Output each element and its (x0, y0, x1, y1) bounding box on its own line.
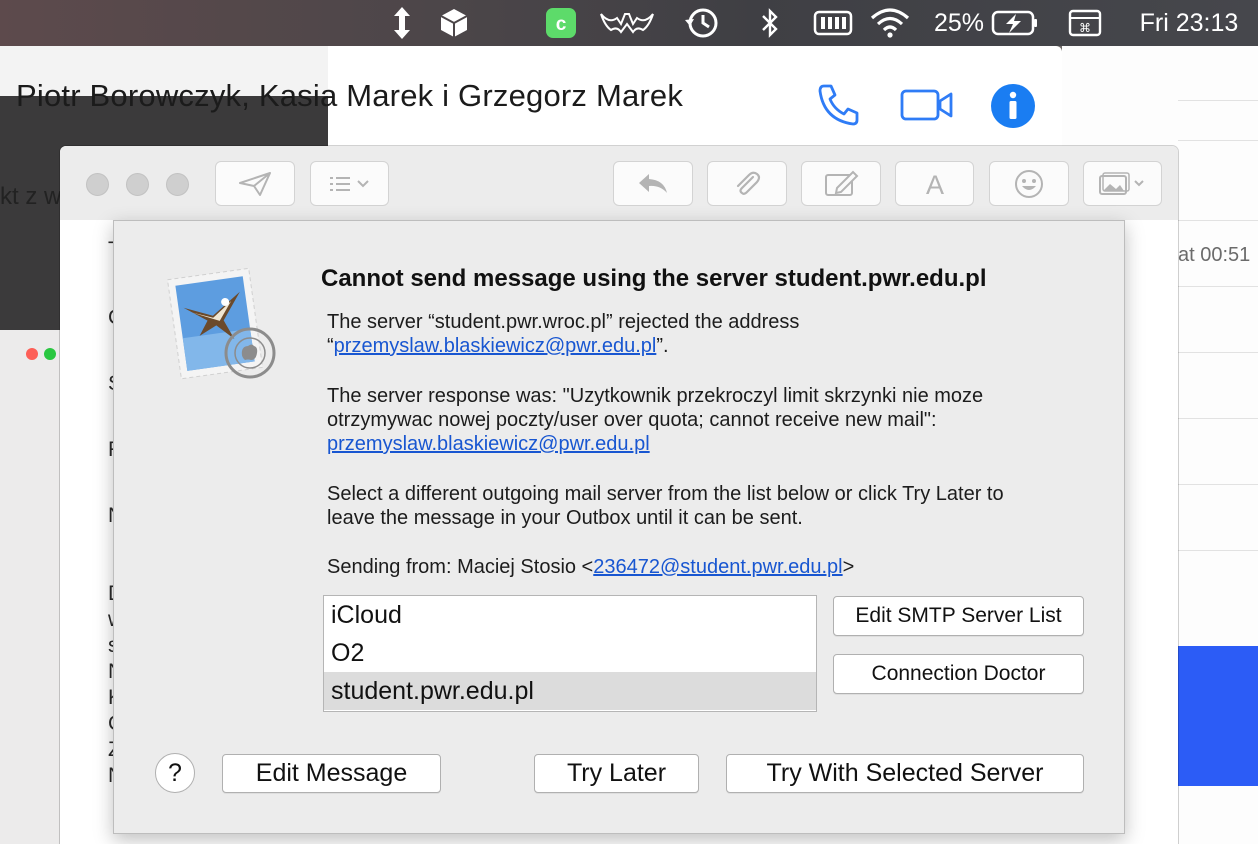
sending-from-prefix: Sending from: Maciej Stosio < (327, 556, 594, 578)
bat-icon[interactable] (598, 0, 656, 46)
server-response-paragraph: The server response was: "Uzytkownik prz… (327, 384, 1107, 456)
emoji-icon (1015, 169, 1043, 198)
zoom-window-button[interactable] (166, 173, 189, 196)
photo-browser-button[interactable] (1083, 161, 1162, 206)
smtp-server-list[interactable]: iCloud O2 student.pwr.edu.pl (323, 595, 817, 712)
close-window-button[interactable] (86, 173, 109, 196)
svg-text:c: c (556, 14, 567, 35)
rejected-address-paragraph: The server “student.pwr.wroc.pl” rejecte… (327, 310, 1107, 358)
header-fields-button[interactable] (310, 161, 389, 206)
send-error-sheet: Cannot send message using the server stu… (113, 220, 1125, 834)
server-list-item[interactable]: iCloud (324, 596, 816, 634)
edit-smtp-server-list-button[interactable]: Edit SMTP Server List (833, 596, 1084, 636)
photo-chevron-icon (1098, 171, 1144, 195)
try-later-button[interactable]: Try Later (534, 754, 699, 793)
video-icon[interactable] (900, 86, 954, 129)
arrows-icon[interactable] (388, 0, 416, 46)
svg-text:A: A (925, 170, 943, 198)
connection-doctor-button[interactable]: Connection Doctor (833, 654, 1084, 694)
cube-icon[interactable] (438, 0, 470, 46)
minimize-window-button[interactable] (126, 173, 149, 196)
clock[interactable]: Fri 23:13 (1126, 0, 1252, 46)
markup-button[interactable] (801, 161, 881, 206)
instructions-paragraph: Select a different outgoing mail server … (327, 482, 1107, 530)
svg-text:⌘: ⌘ (1079, 21, 1091, 35)
response-line-1: The server response was: "Uzytkownik prz… (327, 385, 984, 407)
send-button[interactable] (215, 161, 295, 206)
send-icon (239, 171, 271, 196)
app-icon[interactable]: c (544, 0, 578, 46)
paperclip-icon (736, 171, 761, 195)
instructions-line-1: Select a different outgoing mail server … (327, 483, 1004, 505)
compose-toolbar: A (60, 146, 1178, 220)
battery-percent: 25% (933, 8, 985, 37)
open-quote: “ (327, 335, 334, 357)
reply-icon (639, 173, 667, 193)
mail-stamp-icon (164, 263, 284, 396)
server-list-item-selected[interactable]: student.pwr.edu.pl (324, 672, 816, 710)
rejected-line: The server “student.pwr.wroc.pl” rejecte… (327, 311, 800, 333)
font-icon: A (925, 170, 943, 198)
phone-icon[interactable] (816, 82, 862, 133)
bluetooth-icon[interactable] (756, 0, 784, 46)
attach-button[interactable] (707, 161, 787, 206)
battery-icon[interactable] (990, 0, 1040, 46)
server-list-item[interactable]: O2 (324, 634, 816, 672)
try-with-selected-server-button[interactable]: Try With Selected Server (726, 754, 1084, 793)
close-quote: ”. (656, 335, 669, 357)
rejected-address-link[interactable]: przemyslaw.blaskiewicz@pwr.edu.pl (334, 335, 657, 357)
reply-button[interactable] (613, 161, 693, 206)
rejected-address-line: “przemyslaw.blaskiewicz@pwr.edu.pl”. (327, 334, 1107, 358)
help-button[interactable]: ? (155, 753, 195, 793)
chat-title: Piotr Borowczyk, Kasia Marek i Grzegorz … (16, 78, 684, 113)
edit-message-button[interactable]: Edit Message (222, 754, 441, 793)
response-address-link[interactable]: przemyslaw.blaskiewicz@pwr.edu.pl (327, 433, 650, 455)
emoji-button[interactable] (989, 161, 1069, 206)
response-line-2: otrzymywac nowej poczty/user over quota;… (327, 409, 937, 431)
memory-icon[interactable] (812, 0, 854, 46)
background-blue-block (1178, 646, 1258, 786)
sender-address-link[interactable]: 236472@student.pwr.edu.pl (593, 556, 842, 578)
background-timestamp: at 00:51 (1178, 244, 1251, 266)
background-text-fragment: kt z w (0, 183, 62, 210)
keyboard-icon[interactable]: ⌘ (1066, 0, 1104, 46)
alert-title: Cannot send message using the server stu… (321, 265, 987, 292)
wifi-icon[interactable] (868, 0, 912, 46)
list-chevron-icon (329, 176, 369, 191)
sending-from-line: Sending from: Maciej Stosio <236472@stud… (327, 555, 1107, 579)
sending-from-suffix: > (842, 556, 855, 578)
info-icon[interactable] (990, 83, 1036, 134)
instructions-line-2: leave the message in your Outbox until i… (327, 507, 803, 529)
markup-icon (825, 170, 859, 196)
format-button[interactable]: A (895, 161, 974, 206)
time-machine-icon[interactable] (682, 0, 722, 46)
menu-bar: c 25% ⌘ Fri 23:13 (0, 0, 1258, 46)
